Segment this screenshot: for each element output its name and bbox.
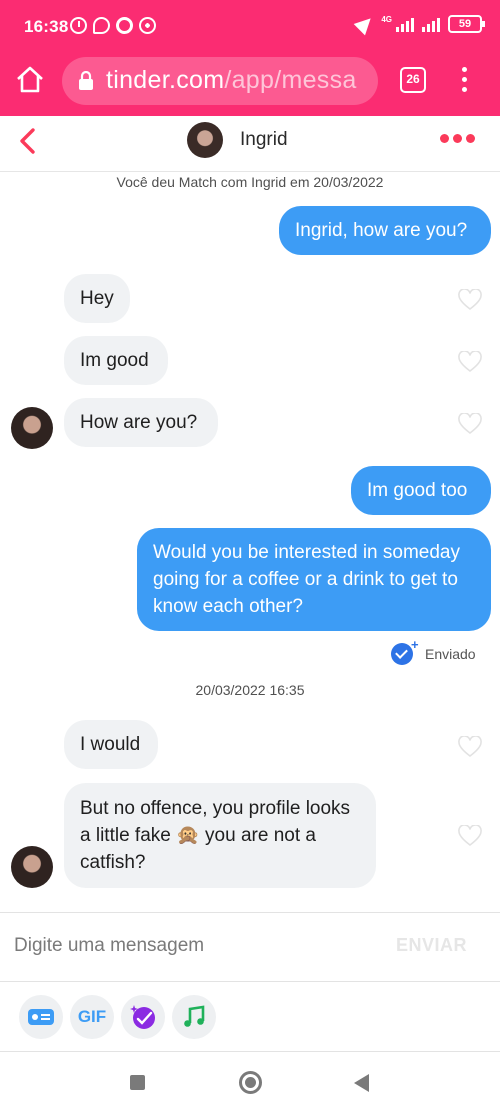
dot-icon xyxy=(461,67,467,72)
url-path: /app/messa xyxy=(224,66,357,94)
match-avatar[interactable] xyxy=(11,846,53,888)
message-bubble-in[interactable]: But no offence, you profile looks a litt… xyxy=(64,783,376,888)
message-composer: ENVIAR xyxy=(0,912,500,982)
more-options-button[interactable] xyxy=(440,134,475,143)
message-bubble-in[interactable]: I would xyxy=(64,720,158,769)
message-bubble-in[interactable]: How are you? xyxy=(64,398,218,447)
status-time: 16:38 xyxy=(24,17,69,36)
battery-icon: 59 xyxy=(448,15,485,33)
back-nav-button[interactable] xyxy=(354,1074,369,1092)
sent-check-icon: + xyxy=(391,637,419,665)
message-bubble-out[interactable]: Ingrid, how are you? xyxy=(279,206,491,255)
gif-button[interactable]: GIF xyxy=(70,995,114,1039)
back-button[interactable] xyxy=(14,126,44,156)
home-icon xyxy=(17,66,43,93)
network-type: 4G xyxy=(381,15,392,24)
music-button[interactable] xyxy=(172,995,216,1039)
dot-icon xyxy=(440,134,449,143)
home-nav-button[interactable] xyxy=(239,1071,262,1094)
chat-header: Ingrid xyxy=(0,116,500,172)
composer-tools: GIF xyxy=(0,982,500,1052)
browser-menu-button[interactable] xyxy=(454,64,474,96)
message-bubble-in[interactable]: Im good xyxy=(64,336,168,385)
android-navigation-bar xyxy=(0,1053,500,1112)
send-button[interactable]: ENVIAR xyxy=(396,935,467,956)
heart-icon[interactable] xyxy=(458,289,482,311)
system-icons: 4G 59 xyxy=(354,12,485,36)
sticker-button[interactable] xyxy=(121,995,165,1039)
heart-icon[interactable] xyxy=(458,825,482,847)
message-bubble-in[interactable]: Hey xyxy=(64,274,130,323)
match-avatar[interactable] xyxy=(187,122,223,158)
message-timestamp: 20/03/2022 16:35 xyxy=(195,682,305,698)
dot-icon xyxy=(461,87,467,92)
signal-icon-2 xyxy=(422,16,440,32)
address-bar[interactable]: tinder.com/app/messa xyxy=(62,57,378,105)
soccer-ball-icon xyxy=(139,17,156,34)
browser-toolbar: tinder.com/app/messa 26 xyxy=(0,54,500,116)
url-host: tinder.com xyxy=(106,66,225,94)
match-name[interactable]: Ingrid xyxy=(240,129,288,151)
match-avatar[interactable] xyxy=(11,407,53,449)
browser-chrome: 16:38 4G 59 tinder.com/app/messa 26 xyxy=(0,0,500,116)
alarm-icon xyxy=(70,17,87,34)
chrome-icon xyxy=(116,17,133,34)
sent-label: Enviado xyxy=(425,646,476,662)
message-bubble-out[interactable]: Would you be interested in someday going… xyxy=(137,528,491,631)
home-button[interactable] xyxy=(14,64,50,100)
message-bubble-out[interactable]: Im good too xyxy=(351,466,491,515)
location-icon xyxy=(354,12,377,36)
heart-icon[interactable] xyxy=(458,351,482,373)
dot-icon xyxy=(453,134,462,143)
status-bar: 16:38 4G 59 xyxy=(0,0,500,54)
contact-card-button[interactable] xyxy=(19,995,63,1039)
sent-status: + Enviado xyxy=(391,637,476,665)
signal-icon xyxy=(396,16,414,32)
music-note-icon xyxy=(184,1005,205,1027)
whatsapp-icon xyxy=(93,17,110,34)
id-card-icon xyxy=(28,1009,54,1025)
heart-icon[interactable] xyxy=(458,413,482,435)
heart-icon[interactable] xyxy=(458,736,482,758)
sparkle-sticker-icon xyxy=(130,1005,155,1029)
tab-switcher-button[interactable]: 26 xyxy=(400,67,426,93)
notification-icons xyxy=(70,17,156,34)
dot-icon xyxy=(461,77,467,82)
recent-apps-button[interactable] xyxy=(130,1075,145,1090)
dot-icon xyxy=(466,134,475,143)
lock-icon xyxy=(79,71,93,90)
match-notice: Você deu Match com Ingrid em 20/03/2022 xyxy=(116,174,384,190)
chevron-left-icon xyxy=(20,128,35,154)
url-text: tinder.com/app/messa xyxy=(106,66,357,95)
message-input[interactable] xyxy=(14,929,364,963)
